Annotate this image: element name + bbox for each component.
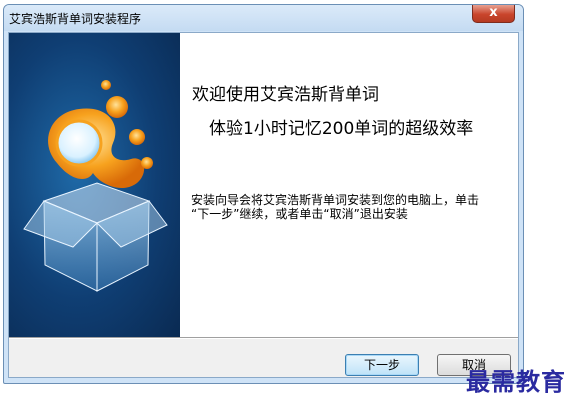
description-line: 安装向导会将艾宾浩斯背单词安装到您的电脑上，单击: [191, 193, 480, 207]
title-bar[interactable]: 艾宾浩斯背单词安装程序 x: [4, 5, 523, 31]
close-button[interactable]: x: [472, 5, 515, 23]
description-line: “下一步”继续，或者单击“取消”退出安装: [191, 207, 408, 221]
button-area-divider: [9, 337, 518, 339]
welcome-heading: 欢迎使用艾宾浩斯背单词: [192, 85, 379, 105]
product-logo-box-icon: [23, 80, 168, 292]
slogan-text: 体验1小时记忆200单词的超级效率: [209, 119, 474, 139]
close-icon: x: [489, 5, 498, 20]
window-title: 艾宾浩斯背单词安装程序: [9, 12, 142, 26]
wizard-side-banner: [9, 33, 180, 337]
installer-client-area: 欢迎使用艾宾浩斯背单词 体验1小时记忆200单词的超级效率 安装向导会将艾宾浩斯…: [8, 32, 519, 378]
wizard-description: 安装向导会将艾宾浩斯背单词安装到您的电脑上，单击 “下一步”继续，或者单击“取消…: [191, 193, 511, 221]
next-button[interactable]: 下一步: [345, 354, 419, 376]
installer-window: 艾宾浩斯背单词安装程序 x 欢迎使用艾宾浩斯背单词 体验1小时记忆200单词的超…: [3, 4, 524, 384]
wizard-content-panel: 欢迎使用艾宾浩斯背单词 体验1小时记忆200单词的超级效率 安装向导会将艾宾浩斯…: [180, 33, 518, 337]
watermark-text: 最需教育: [466, 367, 566, 396]
